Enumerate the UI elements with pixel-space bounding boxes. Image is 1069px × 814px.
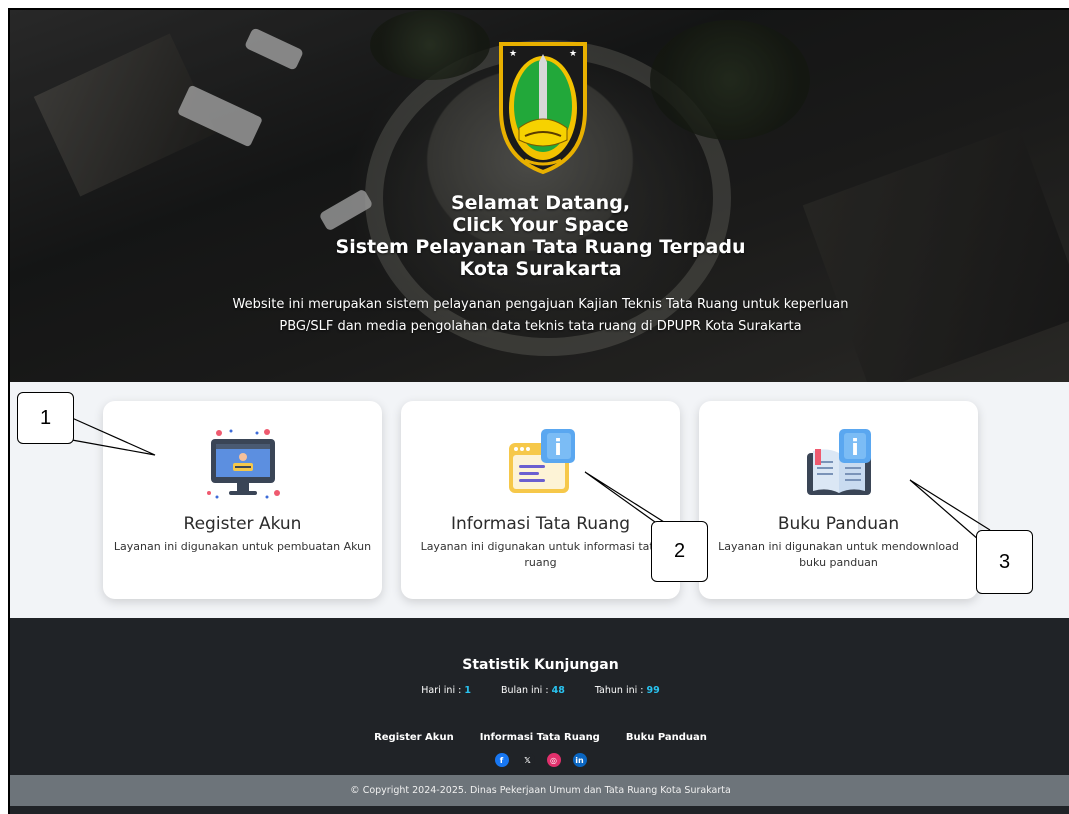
svg-text:i: i [554,436,562,461]
info-book-icon: i [806,429,871,495]
stat-value: 99 [646,685,660,696]
card-buku-panduan[interactable]: i Buku Panduan Layanan ini digunakan unt… [699,401,978,599]
card-title: Register Akun [183,514,302,534]
info-document-icon: i [508,429,575,493]
hero-title-line: Sistem Pelayanan Tata Ruang Terpadu [335,236,746,258]
svg-text:i: i [851,436,859,461]
copyright-bar: © Copyright 2024-2025. Dinas Pekerjaan U… [10,775,1069,806]
hero-banner: ★ ★ Selamat Datang, Click Your Space Sis… [10,10,1069,382]
svg-text:★: ★ [569,49,577,59]
hero-title: Selamat Datang, Click Your Space Sistem … [10,192,1069,280]
hero-title-line: Click Your Space [452,214,629,236]
callout-2: 2 [651,521,708,582]
stat-label: Bulan ini : [500,685,549,696]
footer-link-buku-panduan[interactable]: Buku Panduan [626,732,707,743]
stat-label: Hari ini : [421,685,462,696]
stat-year: Tahun ini : 99 [595,685,660,696]
callout-3: 3 [976,530,1033,594]
card-register-akun[interactable]: Register Akun Layanan ini digunakan untu… [103,401,382,599]
stat-value: 48 [551,685,565,696]
page-frame: ★ ★ Selamat Datang, Click Your Space Sis… [8,8,1069,814]
card-informasi-tata-ruang[interactable]: i Informasi Tata Ruang Layanan ini digun… [401,401,680,599]
hero-text: Selamat Datang, Click Your Space Sistem … [10,192,1069,338]
stat-today: Hari ini : 1 [421,685,471,696]
instagram-icon[interactable]: ◎ [546,753,561,767]
footer-link-register-akun[interactable]: Register Akun [374,732,454,743]
facebook-icon[interactable]: f [494,753,509,767]
card-description: Layanan ini digunakan untuk pembuatan Ak… [113,540,372,553]
card-description: Layanan ini digunakan untuk mendownload … [718,540,959,569]
svg-text:★: ★ [509,49,517,59]
visit-statistics-title: Statistik Kunjungan [462,657,619,673]
hero-description: Website ini merupakan sistem pelayanan p… [232,297,849,334]
service-cards: Register Akun Layanan ini digunakan untu… [10,382,1069,618]
linkedin-icon[interactable]: in [572,753,587,767]
footer-links: Register Akun Informasi Tata Ruang Buku … [10,732,1069,743]
footer-link-informasi-tata-ruang[interactable]: Informasi Tata Ruang [480,732,600,743]
city-crest-icon: ★ ★ [499,42,587,175]
callout-1: 1 [17,392,74,444]
footer: Statistik Kunjungan Hari ini : 1 Bulan i… [10,618,1069,775]
stat-value: 1 [464,685,471,696]
card-description: Layanan ini digunakan untuk informasi ta… [420,540,661,569]
stat-label: Tahun ini : [594,685,644,696]
footer-bottom-strip [10,806,1069,814]
visit-statistics: Hari ini : 1 Bulan ini : 48 Tahun ini : … [10,685,1069,696]
hero-title-line: Kota Surakarta [459,258,622,280]
monitor-icon [206,429,280,499]
stat-month: Bulan ini : 48 [501,685,565,696]
card-title: Informasi Tata Ruang [450,514,631,534]
x-icon[interactable]: 𝕏 [520,753,535,767]
social-links: f 𝕏 ◎ in [10,753,1069,767]
card-title: Buku Panduan [777,514,900,534]
hero-title-line: Selamat Datang, [450,192,631,214]
